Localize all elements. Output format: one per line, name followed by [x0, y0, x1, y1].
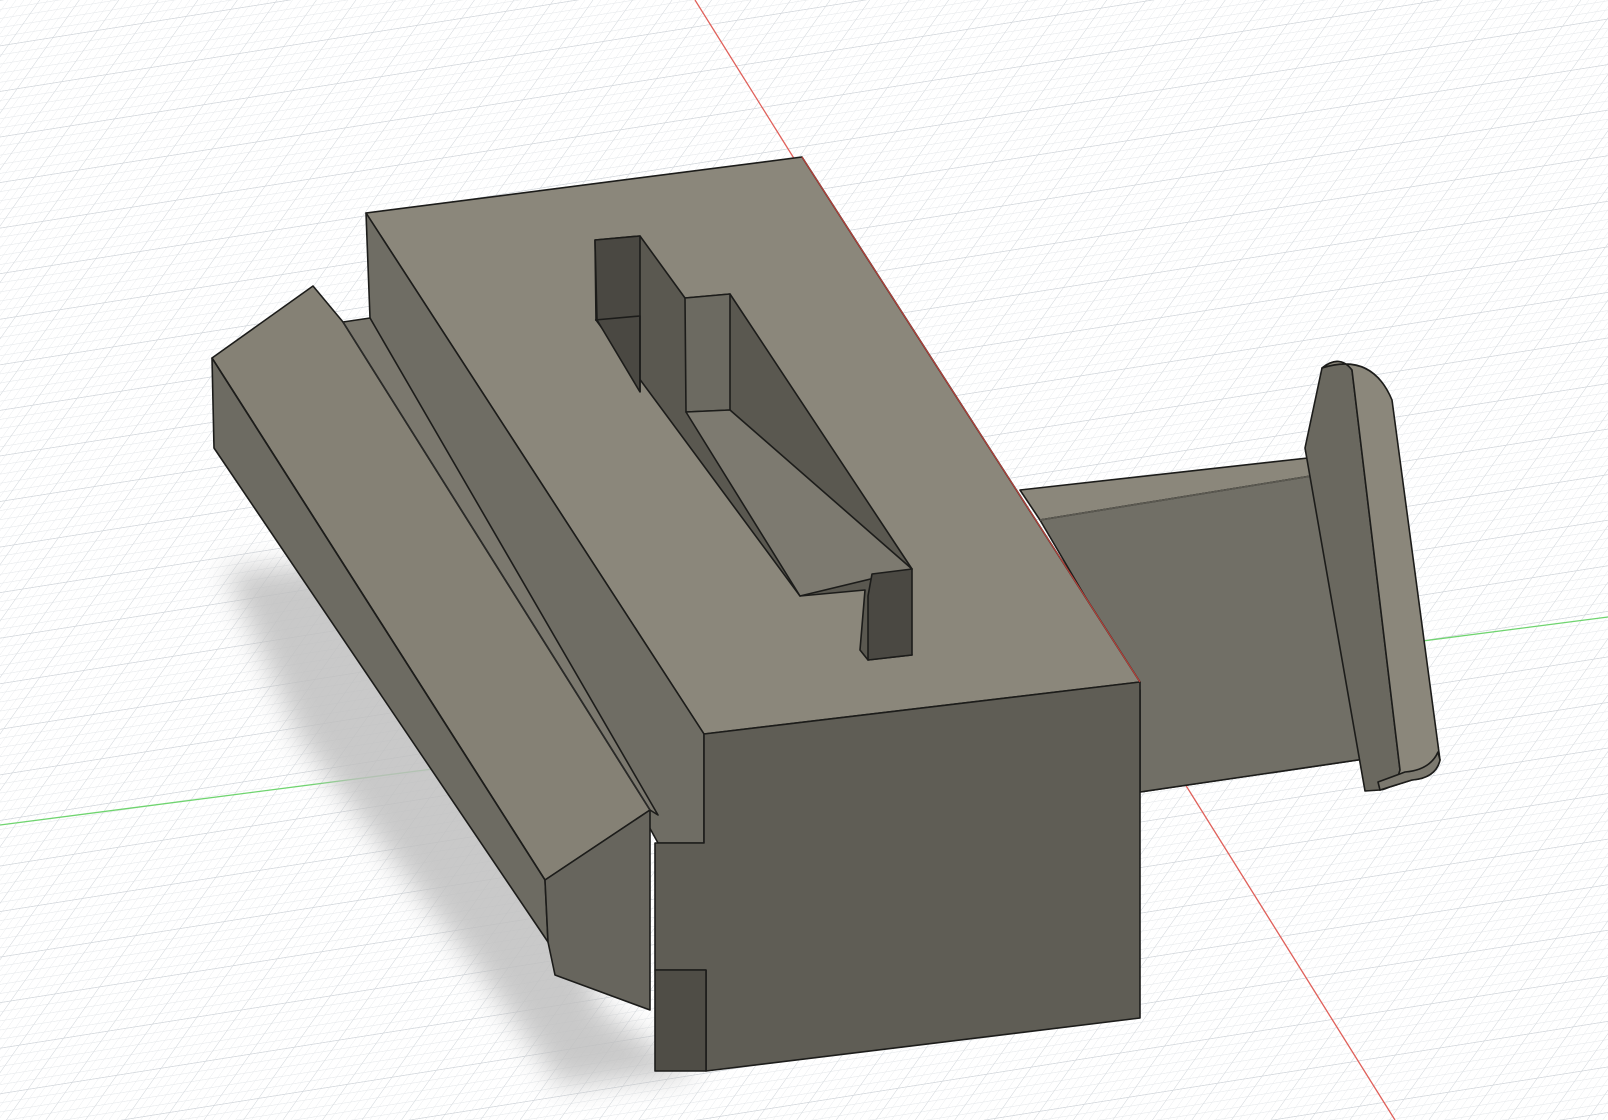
- front-notch-upper: [654, 969, 707, 1072]
- slot-end-wall: [867, 568, 913, 661]
- model-canvas[interactable]: [0, 0, 1608, 1120]
- slot-inner-block: [684, 293, 731, 413]
- block-front-face: [654, 681, 1141, 1072]
- 3d-viewport[interactable]: [0, 0, 1608, 1120]
